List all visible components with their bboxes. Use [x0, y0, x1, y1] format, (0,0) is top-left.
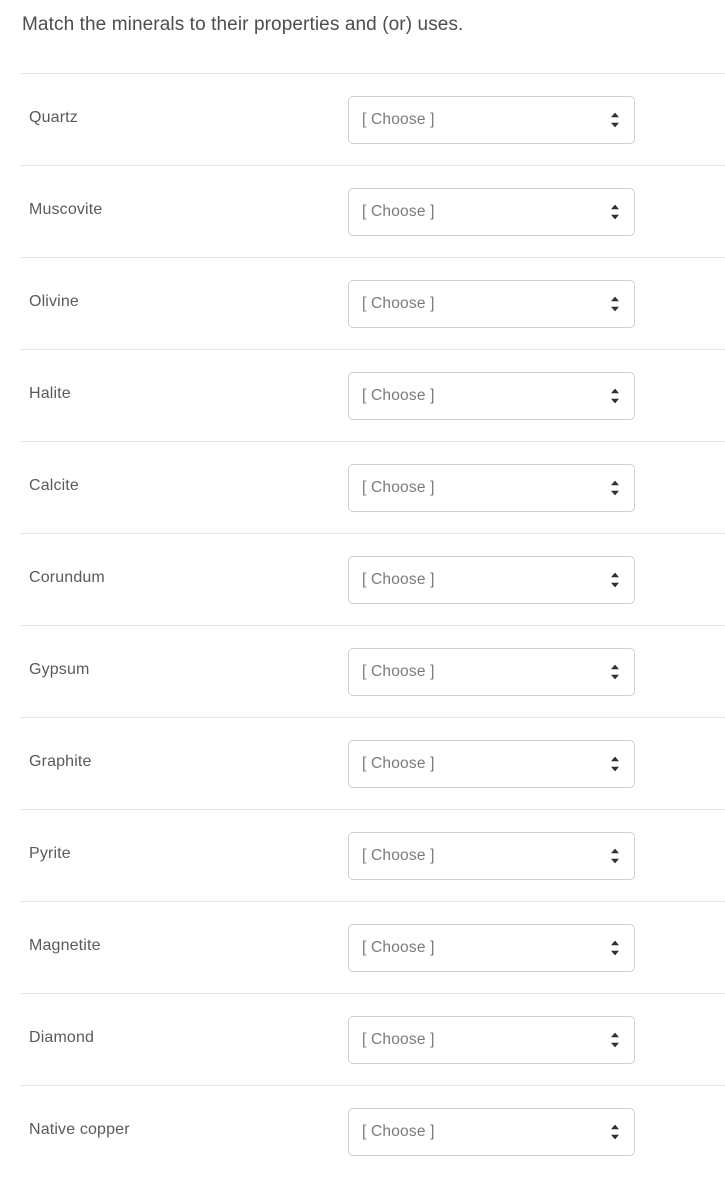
chevron-up-down-icon[interactable]	[609, 847, 621, 865]
select-box[interactable]: [ Choose ]	[348, 372, 635, 420]
mineral-answer-select-6[interactable]: [ Choose ]	[348, 648, 635, 696]
chevron-up-down-icon[interactable]	[609, 571, 621, 589]
mineral-label-0: Quartz	[29, 109, 78, 126]
select-value: [ Choose ]	[362, 479, 435, 496]
table-row: Pyrite [ Choose ]	[20, 809, 725, 901]
select-value: [ Choose ]	[362, 939, 435, 956]
select-value: [ Choose ]	[362, 1123, 435, 1140]
select-box[interactable]: [ Choose ]	[348, 280, 635, 328]
mineral-answer-select-0[interactable]: [ Choose ]	[348, 96, 635, 144]
select-box[interactable]: [ Choose ]	[348, 1108, 635, 1156]
select-value: [ Choose ]	[362, 755, 435, 772]
chevron-up-down-icon[interactable]	[609, 1031, 621, 1049]
select-box[interactable]: [ Choose ]	[348, 1016, 635, 1064]
chevron-up-down-icon[interactable]	[609, 479, 621, 497]
mineral-answer-select-4[interactable]: [ Choose ]	[348, 464, 635, 512]
matching-question-page: Match the minerals to their properties a…	[0, 0, 725, 1182]
table-row: Magnetite [ Choose ]	[20, 901, 725, 993]
chevron-up-down-icon[interactable]	[609, 1123, 621, 1141]
select-value: [ Choose ]	[362, 295, 435, 312]
table-row: Diamond [ Choose ]	[20, 993, 725, 1085]
select-value: [ Choose ]	[362, 1031, 435, 1048]
select-box[interactable]: [ Choose ]	[348, 464, 635, 512]
matching-rows-list: Quartz [ Choose ] Muscovite [ Choose ] O…	[0, 73, 725, 1177]
chevron-up-down-icon[interactable]	[609, 111, 621, 129]
table-row: Graphite [ Choose ]	[20, 717, 725, 809]
mineral-answer-select-7[interactable]: [ Choose ]	[348, 740, 635, 788]
mineral-answer-select-1[interactable]: [ Choose ]	[348, 188, 635, 236]
mineral-answer-select-10[interactable]: [ Choose ]	[348, 1016, 635, 1064]
select-box[interactable]: [ Choose ]	[348, 556, 635, 604]
select-value: [ Choose ]	[362, 387, 435, 404]
chevron-up-down-icon[interactable]	[609, 939, 621, 957]
table-row: Native copper [ Choose ]	[20, 1085, 725, 1177]
mineral-label-7: Graphite	[29, 753, 92, 770]
select-value: [ Choose ]	[362, 203, 435, 220]
table-row: Muscovite [ Choose ]	[20, 165, 725, 257]
mineral-label-6: Gypsum	[29, 661, 90, 678]
select-value: [ Choose ]	[362, 571, 435, 588]
chevron-up-down-icon[interactable]	[609, 755, 621, 773]
chevron-up-down-icon[interactable]	[609, 663, 621, 681]
page-title: Match the minerals to their properties a…	[22, 14, 464, 35]
table-row: Gypsum [ Choose ]	[20, 625, 725, 717]
mineral-answer-select-2[interactable]: [ Choose ]	[348, 280, 635, 328]
chevron-up-down-icon[interactable]	[609, 387, 621, 405]
select-box[interactable]: [ Choose ]	[348, 832, 635, 880]
select-value: [ Choose ]	[362, 111, 435, 128]
mineral-label-3: Halite	[29, 385, 71, 402]
select-value: [ Choose ]	[362, 663, 435, 680]
select-box[interactable]: [ Choose ]	[348, 740, 635, 788]
select-box[interactable]: [ Choose ]	[348, 648, 635, 696]
mineral-label-9: Magnetite	[29, 937, 101, 954]
select-value: [ Choose ]	[362, 847, 435, 864]
chevron-up-down-icon[interactable]	[609, 203, 621, 221]
mineral-label-11: Native copper	[29, 1121, 130, 1138]
mineral-answer-select-3[interactable]: [ Choose ]	[348, 372, 635, 420]
mineral-label-1: Muscovite	[29, 201, 103, 218]
mineral-answer-select-5[interactable]: [ Choose ]	[348, 556, 635, 604]
chevron-up-down-icon[interactable]	[609, 295, 621, 313]
mineral-label-10: Diamond	[29, 1029, 95, 1046]
select-box[interactable]: [ Choose ]	[348, 924, 635, 972]
table-row: Halite [ Choose ]	[20, 349, 725, 441]
table-row: Calcite [ Choose ]	[20, 441, 725, 533]
mineral-label-2: Olivine	[29, 293, 79, 310]
table-row: Olivine [ Choose ]	[20, 257, 725, 349]
table-row: Quartz [ Choose ]	[20, 73, 725, 165]
mineral-answer-select-9[interactable]: [ Choose ]	[348, 924, 635, 972]
table-row: Corundum [ Choose ]	[20, 533, 725, 625]
mineral-label-4: Calcite	[29, 477, 79, 494]
select-box[interactable]: [ Choose ]	[348, 96, 635, 144]
mineral-answer-select-8[interactable]: [ Choose ]	[348, 832, 635, 880]
mineral-label-5: Corundum	[29, 569, 105, 586]
mineral-label-8: Pyrite	[29, 845, 71, 862]
mineral-answer-select-11[interactable]: [ Choose ]	[348, 1108, 635, 1156]
select-box[interactable]: [ Choose ]	[348, 188, 635, 236]
